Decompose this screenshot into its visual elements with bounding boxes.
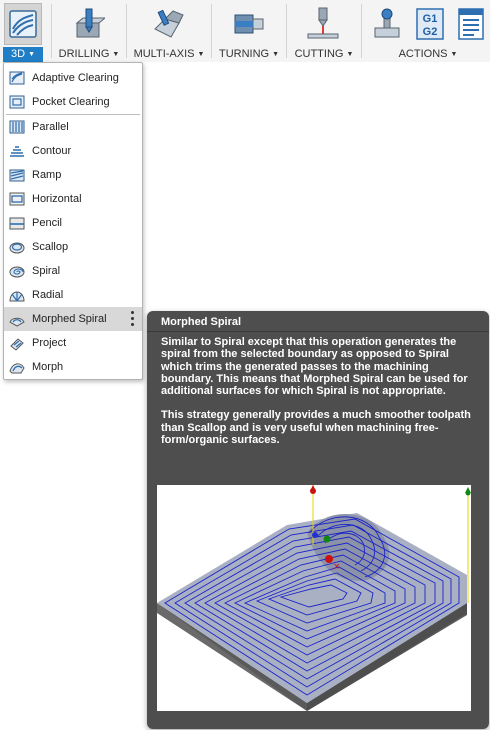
tab-3d-label: 3D (11, 48, 26, 60)
pencil-icon (9, 217, 25, 230)
tooltip-title: Morphed Spiral (161, 316, 242, 328)
menu-item-label: Horizontal (32, 193, 82, 205)
turning-icon[interactable] (232, 4, 268, 44)
toolbar-separator (286, 4, 287, 58)
toolbar-separator (361, 4, 362, 58)
caret-down-icon: ▼ (450, 51, 458, 58)
contour-icon (10, 146, 24, 157)
tab-actions[interactable]: ACTIONS ▼ (381, 47, 475, 62)
menu-item-spiral[interactable]: Spiral (4, 259, 142, 283)
menu-item-label: Morphed Spiral (32, 313, 107, 325)
ramp-icon (9, 169, 25, 182)
tab-cutting[interactable]: CUTTING ▼ (291, 47, 357, 62)
menu-item-ramp[interactable]: Ramp (4, 163, 142, 187)
menu-item-morph[interactable]: Morph (4, 355, 142, 379)
drill-icon[interactable] (70, 4, 106, 44)
menu-item-horizontal[interactable]: Horizontal (4, 187, 142, 211)
horizontal-icon (9, 192, 25, 206)
tooltip: Morphed Spiral Similar to Spiral except … (147, 311, 489, 729)
cutting-icon[interactable] (305, 4, 341, 44)
toolbar-separator (211, 4, 212, 58)
svg-text:×: × (333, 562, 341, 572)
tab-actions-label: ACTIONS (398, 48, 448, 60)
tooltip-divider (147, 331, 489, 332)
toolpath-preview-image: × (157, 485, 471, 711)
menu-item-label: Morph (32, 361, 64, 373)
menu-item-parallel[interactable]: Parallel (4, 115, 142, 139)
parallel-icon (9, 120, 25, 134)
toolbar-separator (126, 4, 127, 58)
menu-item-pencil[interactable]: Pencil (4, 211, 142, 235)
svg-text:G1: G1 (423, 13, 438, 25)
menu-item-label: Pocket Clearing (32, 96, 110, 108)
caret-down-icon: ▼ (197, 51, 205, 58)
toolbar-separator (51, 4, 52, 58)
tooltip-body: Similar to Spiral except that this opera… (161, 336, 471, 458)
caret-down-icon: ▼ (272, 51, 280, 58)
setup-sheet-icon[interactable] (455, 4, 487, 44)
tooltip-paragraph: Similar to Spiral except that this opera… (161, 336, 468, 398)
spiral-icon (9, 266, 25, 278)
menu-item-label: Contour (32, 145, 72, 157)
menu-item-label: Parallel (32, 121, 69, 133)
3d-milling-icon[interactable] (6, 4, 40, 44)
menu-item-label: Radial (32, 289, 64, 301)
menu-item-scallop[interactable]: Scallop (4, 235, 142, 259)
menu-item-label: Pencil (32, 217, 62, 229)
caret-down-icon: ▼ (28, 51, 35, 58)
tab-cutting-label: CUTTING (294, 48, 344, 60)
caret-down-icon: ▼ (112, 51, 120, 58)
toolbar: G1 G2 3D ▼ DRILLING ▼ MULTI-AXIS ▼ TURNING ▼… (0, 0, 490, 62)
menu-item-adaptive-clearing[interactable]: Adaptive Clearing (4, 66, 142, 90)
project-icon (10, 338, 24, 351)
menu-item-project[interactable]: Project (4, 331, 142, 355)
morphed-spiral-icon (9, 317, 25, 327)
menu-item-contour[interactable]: Contour (4, 139, 142, 163)
pocket-clearing-icon (9, 95, 25, 109)
caret-down-icon: ▼ (346, 51, 354, 58)
menu-item-pocket-clearing[interactable]: Pocket Clearing (4, 90, 142, 114)
tab-3d[interactable]: 3D ▼ (3, 47, 43, 62)
tab-multi-axis[interactable]: MULTI-AXIS ▼ (131, 47, 207, 62)
menu-item-label: Project (32, 337, 67, 349)
menu-item-morphed-spiral[interactable]: Morphed Spiral (4, 307, 142, 331)
menu-item-label: Spiral (32, 265, 61, 277)
menu-item-radial[interactable]: Radial (4, 283, 142, 307)
tab-drilling[interactable]: DRILLING ▼ (56, 47, 122, 62)
morph-icon (9, 363, 25, 374)
tooltip-paragraph: This strategy generally provides a much … (161, 409, 471, 447)
menu-item-label: Ramp (32, 169, 62, 181)
simulate-icon[interactable] (370, 4, 404, 44)
post-process-icon[interactable]: G1 G2 (414, 4, 446, 44)
tab-multi-axis-label: MULTI-AXIS (133, 48, 195, 60)
scallop-icon (9, 242, 25, 254)
menu-item-label: Scallop (32, 241, 69, 253)
multi-axis-icon[interactable] (150, 4, 186, 44)
menu-item-label: Adaptive Clearing (32, 72, 119, 84)
svg-text:G2: G2 (423, 26, 438, 38)
adaptive-clearing-icon (9, 71, 25, 85)
tab-turning-label: TURNING (218, 48, 270, 60)
more-options-icon[interactable] (131, 311, 134, 327)
radial-icon (9, 291, 25, 302)
3d-dropdown-menu: Adaptive Clearing Pocket Clearing Parall… (3, 62, 143, 380)
tab-drilling-label: DRILLING (58, 48, 110, 60)
tab-turning[interactable]: TURNING ▼ (216, 47, 282, 62)
